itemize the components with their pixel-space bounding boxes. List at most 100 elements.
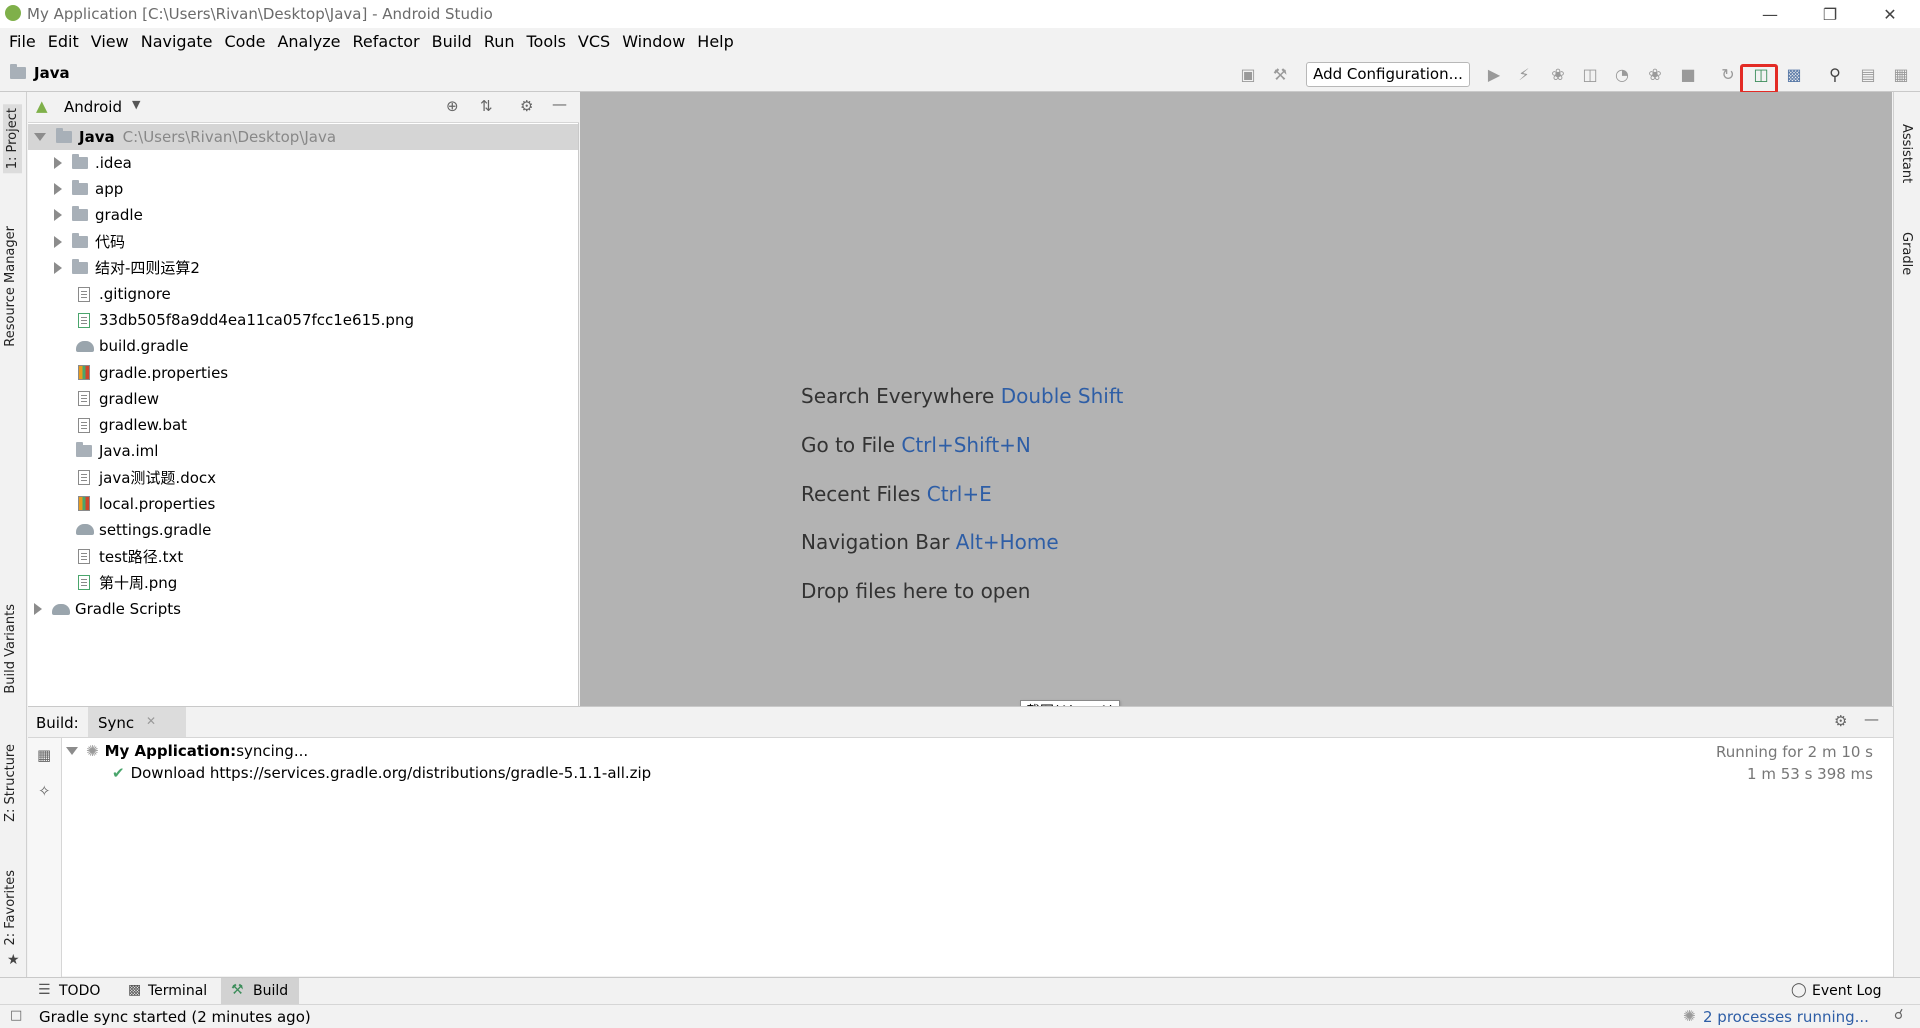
tree-item[interactable]: gradle.properties [76,360,228,386]
build-row-download[interactable]: ✔ Download https://services.gradle.org/d… [112,762,651,784]
menu-analyze[interactable]: Analyze [271,28,346,56]
tab-favorites[interactable]: 2: Favorites [3,870,18,946]
tree-item[interactable]: java测试题.docx [76,464,216,490]
hint-shortcut: Double Shift [1000,384,1124,408]
tree-item[interactable]: 33db505f8a9dd4ea11ca057fcc1e615.png [76,307,414,333]
tree-item[interactable]: app [54,176,123,202]
tree-item[interactable]: build.gradle [76,333,188,359]
tab-gradle[interactable]: Gradle [1899,232,1914,275]
build-side-toolbar: ▦ ✧ [28,738,62,977]
attach-debugger-icon[interactable]: ❀ [1643,62,1667,86]
tab-build-label: Build [253,983,289,999]
run-icon[interactable]: ▶ [1482,62,1506,86]
project-structure-icon[interactable]: ▤ [1856,62,1880,86]
close-tab-icon[interactable]: ✕ [146,714,156,728]
coverage-icon[interactable]: ◫ [1578,62,1602,86]
stop-icon[interactable]: ■ [1676,62,1700,86]
tree-item[interactable]: test路径.txt [76,543,183,569]
profile-icon[interactable]: ◔ [1610,62,1634,86]
project-view-selector[interactable]: Android [64,98,122,116]
hide-icon[interactable]: — [1864,710,1879,728]
collapse-all-icon[interactable]: ⇅ [480,97,493,115]
menu-tools[interactable]: Tools [521,28,572,56]
breadcrumb[interactable]: Java [10,64,70,82]
menu-run[interactable]: Run [478,28,521,56]
collapse-arrow-icon[interactable] [54,235,62,248]
tree-item[interactable]: gradle [54,202,143,228]
layout-icon[interactable]: ▣ [1236,62,1260,86]
tree-item[interactable]: local.properties [76,491,215,517]
debug-icon[interactable]: ❀ [1546,62,1570,86]
tree-item[interactable]: .gitignore [76,281,171,307]
tree-item[interactable]: 结对-四则运算2 [54,255,200,281]
tree-item[interactable]: gradlew.bat [76,412,187,438]
close-icon[interactable]: ✕ [1860,0,1920,28]
menu-code[interactable]: Code [219,28,272,56]
collapse-arrow-icon[interactable] [54,183,62,196]
editor-area[interactable]: Search Everywhere Double Shift Go to Fil… [580,92,1892,706]
tab-sync[interactable]: Sync ✕ [88,707,186,737]
menu-refactor[interactable]: Refactor [347,28,426,56]
menu-edit[interactable]: Edit [42,28,85,56]
tab-assistant[interactable]: Assistant [1899,124,1914,183]
menu-view[interactable]: View [85,28,135,56]
background-processes-link[interactable]: 2 processes running... [1703,1008,1869,1026]
status-toggle-icon[interactable]: □ [10,1008,22,1023]
add-configuration-button[interactable]: Add Configuration... [1306,62,1470,87]
tree-item[interactable]: gradlew [76,386,159,412]
minimize-icon[interactable]: — [1740,0,1800,28]
tab-event-log[interactable]: Event Log [1812,983,1882,999]
locate-icon[interactable]: ⊕ [446,97,459,115]
tab-todo[interactable]: TODO [59,983,100,999]
collapse-arrow-icon[interactable] [34,603,42,615]
tab-build[interactable]: ⚒ Build [221,978,299,1004]
menu-file[interactable]: File [3,28,42,56]
tree-item-label: local.properties [99,494,216,513]
apply-changes-icon[interactable]: ⚡ [1512,62,1536,86]
menu-help[interactable]: Help [691,28,739,56]
lock-icon[interactable]: ☌ [1894,1007,1903,1023]
build-row-sync[interactable]: ✺ My Application: syncing... [66,740,308,762]
toggle-view-icon[interactable]: ▦ [37,746,51,764]
expand-arrow-icon[interactable] [34,133,46,141]
collapse-arrow-icon[interactable] [54,157,62,169]
pin-icon[interactable]: ✧ [38,782,51,800]
status-message[interactable]: Gradle sync started (2 minutes ago) [39,1008,311,1026]
tree-item-label: 代码 [95,233,126,252]
hammer-icon[interactable]: ⚒ [1268,62,1292,86]
collapse-arrow-icon[interactable] [54,209,62,222]
gradle-scripts-node[interactable]: Gradle Scripts [28,596,181,622]
restore-icon[interactable]: ❐ [1800,0,1860,28]
hide-icon[interactable]: — [552,95,567,113]
tab-project[interactable]: 1: Project [3,104,22,174]
tree-root[interactable]: Java C:\Users\Rivan\Desktop\Java [28,124,578,150]
tree-item[interactable]: .idea [54,150,132,176]
sync-gradle-icon[interactable]: ↻ [1716,62,1740,86]
menu-navigate[interactable]: Navigate [135,28,219,56]
search-icon[interactable]: ⚲ [1823,62,1847,86]
chevron-down-icon[interactable]: ▼ [132,98,140,111]
tree-item-label: gradle [95,206,143,225]
gear-icon[interactable]: ⚙ [520,97,533,115]
tab-structure[interactable]: Z: Structure [3,744,18,822]
tree-item[interactable]: 代码 [54,229,125,255]
tab-build-variants[interactable]: Build Variants [3,604,18,694]
sdk-manager-icon[interactable]: ▩ [1782,62,1806,86]
event-log-icon: ◯ [1791,982,1807,998]
star-icon: ★ [7,952,20,968]
tree-item[interactable]: Java.iml [76,438,158,464]
module-folder-icon [56,128,72,143]
layout-inspector-icon[interactable]: ▦ [1889,62,1913,86]
menu-build[interactable]: Build [426,28,478,56]
tree-item[interactable]: 第十周.png [76,569,177,595]
menu-vcs[interactable]: VCS [572,28,616,56]
tree-item[interactable]: settings.gradle [76,517,211,543]
tab-terminal[interactable]: Terminal [148,983,207,999]
gear-icon[interactable]: ⚙ [1834,712,1847,730]
tab-resource-manager[interactable]: Resource Manager [3,226,18,347]
collapse-arrow-icon[interactable] [54,261,62,274]
menu-window[interactable]: Window [616,28,691,56]
tree-item-label: 第十周.png [99,573,178,592]
expand-arrow-icon[interactable] [66,747,78,755]
hint-drop-files: Drop files here to open [801,579,1030,603]
